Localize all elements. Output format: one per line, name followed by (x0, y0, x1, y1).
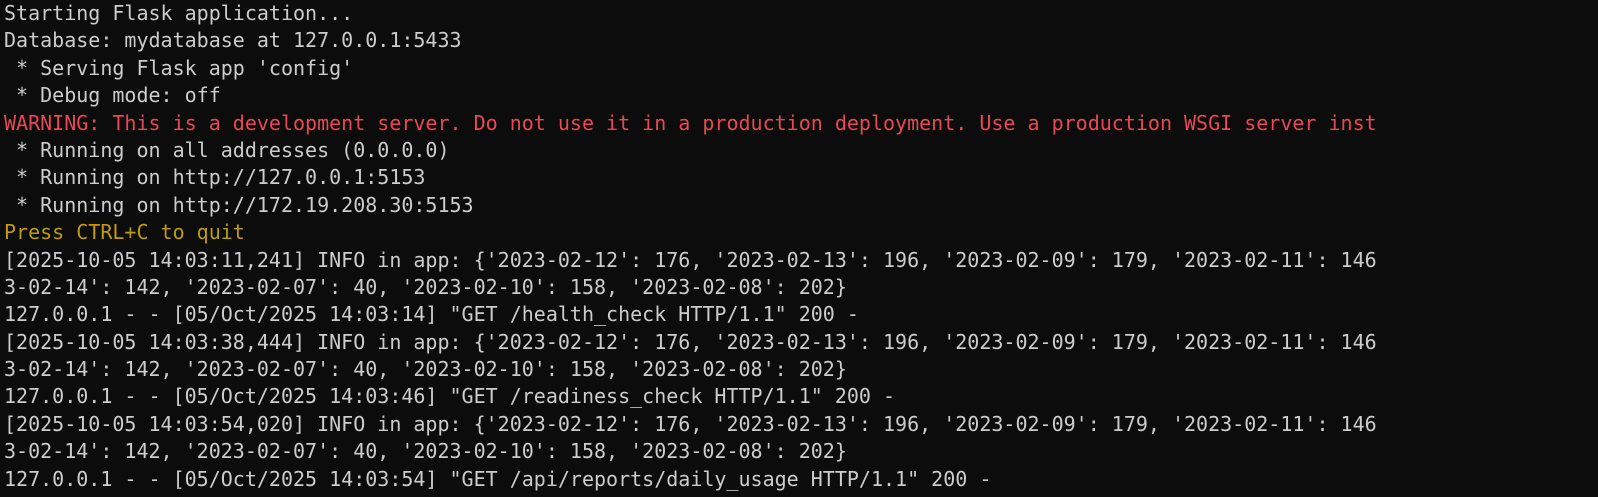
log-line-request-readiness-check: 127.0.0.1 - - [05/Oct/2025 14:03:46] "GE… (4, 384, 896, 409)
terminal-output[interactable]: Starting Flask application... Database: … (0, 0, 1598, 497)
log-line-running-localhost: * Running on http://127.0.0.1:5153 (4, 165, 426, 190)
log-line-warning: WARNING: This is a development server. D… (4, 110, 1377, 135)
log-line-info-3-wrap: 3-02-14': 142, '2023-02-07': 40, '2023-0… (4, 439, 847, 464)
log-line-database: Database: mydatabase at 127.0.0.1:5433 (4, 28, 462, 53)
log-line-running-network: * Running on http://172.19.208.30:5153 (4, 192, 474, 217)
log-line-startup: Starting Flask application... (4, 1, 354, 25)
log-line-info-2: [2025-10-05 14:03:38,444] INFO in app: {… (4, 329, 1377, 354)
log-line-info-1: [2025-10-05 14:03:11,241] INFO in app: {… (4, 247, 1377, 272)
log-line-info-2-wrap: 3-02-14': 142, '2023-02-07': 40, '2023-0… (4, 357, 847, 382)
log-line-running-all-addresses: * Running on all addresses (0.0.0.0) (4, 137, 450, 162)
log-line-serving-app: * Serving Flask app 'config' (4, 55, 354, 80)
log-line-request-health-check: 127.0.0.1 - - [05/Oct/2025 14:03:14] "GE… (4, 302, 859, 327)
log-line-debug-mode: * Debug mode: off (4, 83, 221, 108)
log-line-request-daily-usage: 127.0.0.1 - - [05/Oct/2025 14:03:54] "GE… (4, 466, 992, 491)
log-line-info-1-wrap: 3-02-14': 142, '2023-02-07': 40, '2023-0… (4, 274, 847, 299)
log-line-quit-hint: Press CTRL+C to quit (4, 220, 245, 245)
log-line-info-3: [2025-10-05 14:03:54,020] INFO in app: {… (4, 411, 1377, 436)
